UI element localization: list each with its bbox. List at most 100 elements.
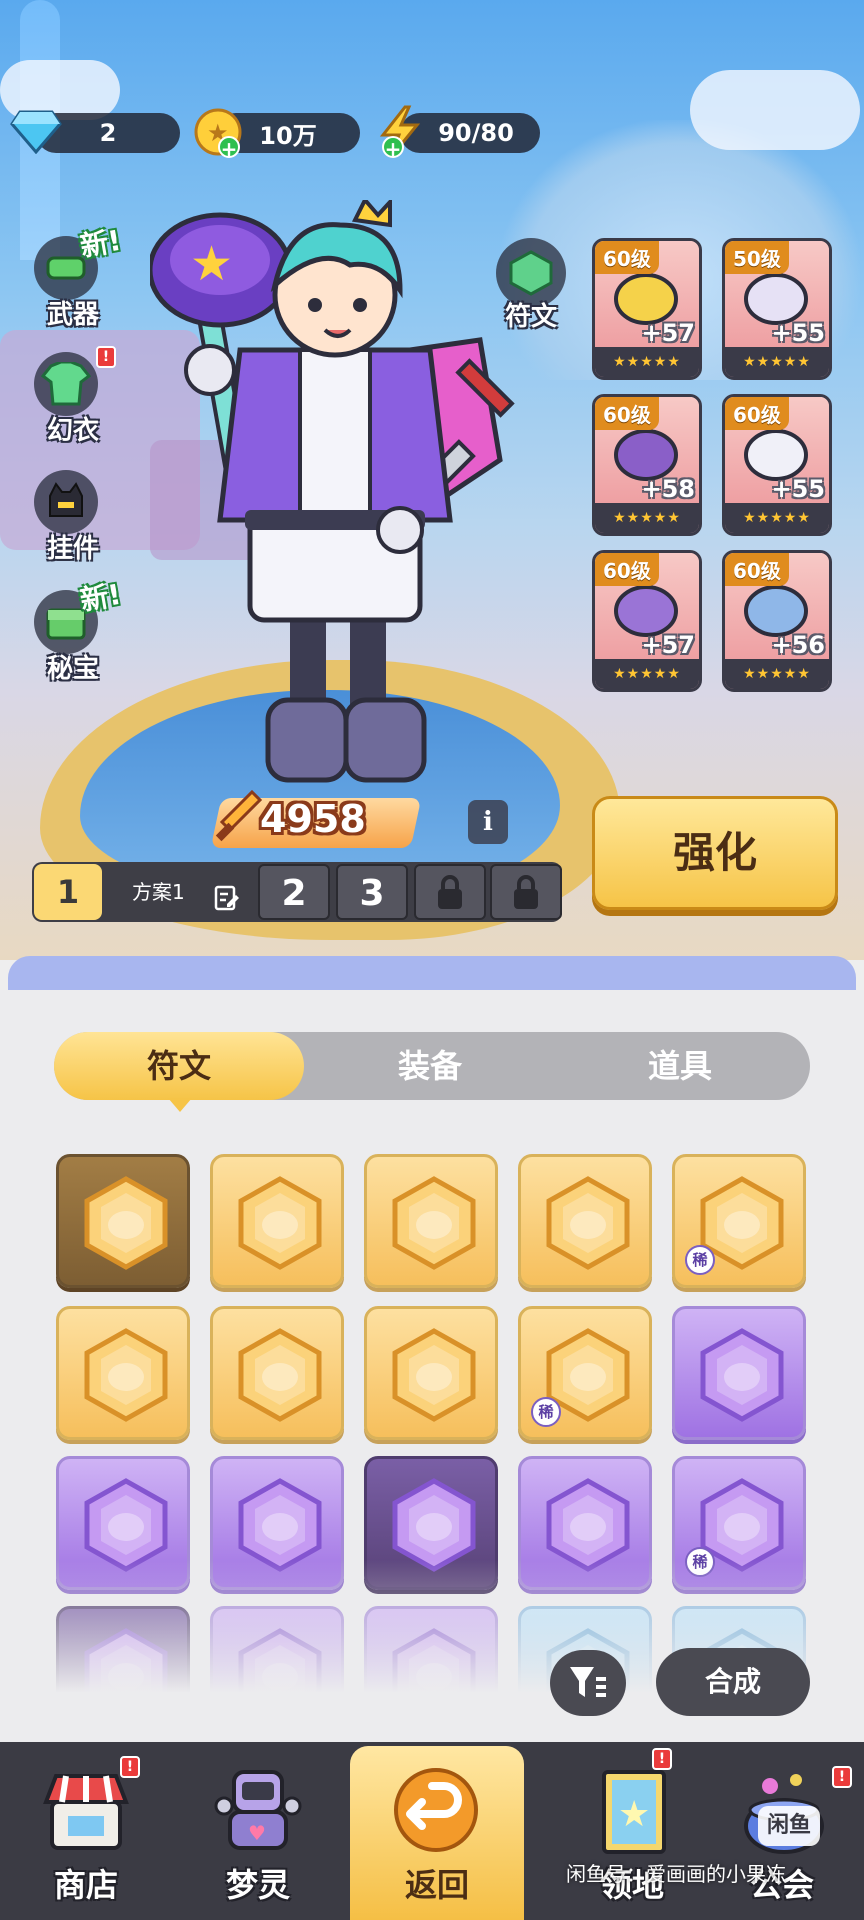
weapon-label: 武器 — [46, 300, 99, 330]
preset-slot-1[interactable]: 1 — [34, 864, 102, 920]
equipment-level: 60级 — [595, 241, 659, 274]
merge-button[interactable]: 合成 — [656, 1648, 810, 1716]
nav-collection[interactable]: ★ ! 领地 — [546, 1742, 718, 1920]
svg-text:♥: ♥ — [248, 1821, 266, 1845]
equipment-slot[interactable]: 60级 +56 ★★★★★ — [722, 550, 832, 692]
equipment-stars: ★★★★★ — [725, 347, 829, 377]
rune-label: 符文 — [504, 302, 557, 332]
equipment-level: 50级 — [725, 241, 789, 274]
rune-slot[interactable] — [210, 1154, 344, 1288]
equipment-level: 60级 — [595, 397, 659, 430]
nav-back[interactable]: 返回 — [350, 1746, 524, 1920]
preset-slot-locked[interactable] — [490, 864, 562, 920]
add-energy-icon[interactable]: + — [382, 136, 404, 160]
equipment-level: 60级 — [595, 553, 659, 586]
rune-slot[interactable] — [56, 1154, 190, 1288]
preset-slot-2[interactable]: 2 — [258, 864, 330, 920]
pendant-button[interactable]: 挂件 — [28, 470, 128, 566]
equipment-plus: +57 — [641, 319, 695, 347]
rune-gem-icon — [238, 1328, 322, 1422]
equipment-level: 60级 — [725, 397, 789, 430]
new-badge: 新! — [77, 577, 124, 618]
tab-items[interactable]: 道具 — [560, 1032, 800, 1100]
rune-slot[interactable] — [364, 1306, 498, 1440]
rune-slot[interactable]: 稀 — [672, 1154, 806, 1288]
rune-button[interactable]: 符文 — [490, 238, 572, 338]
coin-count: 10万 — [259, 121, 317, 150]
equipment-plus: +57 — [641, 631, 695, 659]
energy-count: 90/80 — [438, 119, 514, 147]
rare-badge: 稀 — [685, 1245, 715, 1275]
rare-badge: 稀 — [531, 1397, 561, 1427]
diamond-icon — [8, 104, 64, 160]
new-badge: 新! — [77, 223, 124, 264]
rune-gem-icon — [84, 1478, 168, 1572]
door-star-icon: ★ — [602, 1770, 666, 1854]
rune-slot[interactable] — [56, 1306, 190, 1440]
robot-icon: ♥ — [214, 1770, 302, 1850]
rune-gem-icon — [700, 1328, 784, 1422]
rune-gem-icon — [546, 1176, 630, 1270]
pendant-label: 挂件 — [46, 534, 99, 564]
equipment-stars: ★★★★★ — [595, 503, 699, 533]
rune-slot[interactable] — [210, 1306, 344, 1440]
rune-gem-icon — [392, 1328, 476, 1422]
rune-slot[interactable]: 稀 — [518, 1306, 652, 1440]
shop-icon — [43, 1774, 129, 1850]
nav-dream-spirit[interactable]: ♥ 梦灵 — [172, 1742, 344, 1920]
equipment-slot[interactable]: 60级 +57 ★★★★★ — [592, 238, 702, 380]
shirt-icon — [34, 352, 98, 416]
equipment-stars: ★★★★★ — [725, 659, 829, 689]
tab-runes[interactable]: 符文 — [54, 1032, 304, 1100]
equipment-slot[interactable]: 60级 +57 ★★★★★ — [592, 550, 702, 692]
tab-equipment[interactable]: 装备 — [310, 1032, 550, 1100]
edit-icon[interactable] — [214, 880, 240, 928]
equipment-slot[interactable]: 50级 +55 ★★★★★ — [722, 238, 832, 380]
equipment-plus: +55 — [771, 475, 825, 503]
alert-badge: ! — [832, 1766, 852, 1788]
svg-text:★: ★ — [618, 1794, 650, 1835]
alert-badge: ! — [96, 346, 116, 368]
lock-icon — [438, 875, 462, 909]
rune-gem-icon — [392, 1176, 476, 1270]
equipment-slot[interactable]: 60级 +55 ★★★★★ — [722, 394, 832, 536]
combat-power: 4958 — [260, 797, 366, 841]
alert-badge: ! — [652, 1748, 672, 1770]
preset-slot-3[interactable]: 3 — [336, 864, 408, 920]
info-button[interactable]: i — [468, 800, 508, 844]
preset-name-label: 方案1 — [132, 880, 185, 904]
rune-gem-icon — [546, 1478, 630, 1572]
treasure-label: 秘宝 — [46, 654, 99, 684]
equipment-item-icon — [614, 585, 678, 637]
equipment-item-icon — [744, 585, 808, 637]
preset-name[interactable]: 方案1 — [110, 868, 250, 916]
costume-button[interactable]: ! 幻衣 — [28, 346, 128, 448]
equipment-item-icon — [744, 273, 808, 325]
treasure-button[interactable]: 新! 秘宝 — [28, 578, 128, 686]
filter-icon — [570, 1667, 606, 1697]
weapon-button[interactable]: 新! 武器 — [28, 224, 128, 332]
equipment-item-icon — [614, 273, 678, 325]
rune-gem-icon — [392, 1478, 476, 1572]
preset-slot-locked[interactable] — [414, 864, 486, 920]
watermark-logo: 闲鱼 — [758, 1806, 820, 1846]
rune-slot[interactable] — [364, 1154, 498, 1288]
rune-slot[interactable] — [672, 1306, 806, 1440]
rune-gem-icon — [84, 1176, 168, 1270]
equipment-level: 60级 — [725, 553, 789, 586]
equipment-stars: ★★★★★ — [595, 659, 699, 689]
watermark-text: 闲鱼号：爱画画的小果冻 — [566, 1862, 786, 1886]
alert-badge: ! — [120, 1756, 140, 1778]
cat-pendant-icon — [34, 470, 98, 534]
lock-icon — [514, 875, 538, 909]
nav-shop[interactable]: ! 商店 — [0, 1742, 172, 1920]
equipment-item-icon — [744, 429, 808, 481]
equipment-slot[interactable]: 60级 +58 ★★★★★ — [592, 394, 702, 536]
return-arrow-icon — [394, 1768, 478, 1852]
rune-slot[interactable] — [518, 1154, 652, 1288]
filter-button[interactable] — [550, 1650, 626, 1716]
equipment-stars: ★★★★★ — [725, 503, 829, 533]
rune-gem-icon — [238, 1176, 322, 1270]
enhance-button[interactable]: 强化 — [592, 796, 838, 910]
add-coins-icon[interactable]: + — [218, 136, 240, 160]
